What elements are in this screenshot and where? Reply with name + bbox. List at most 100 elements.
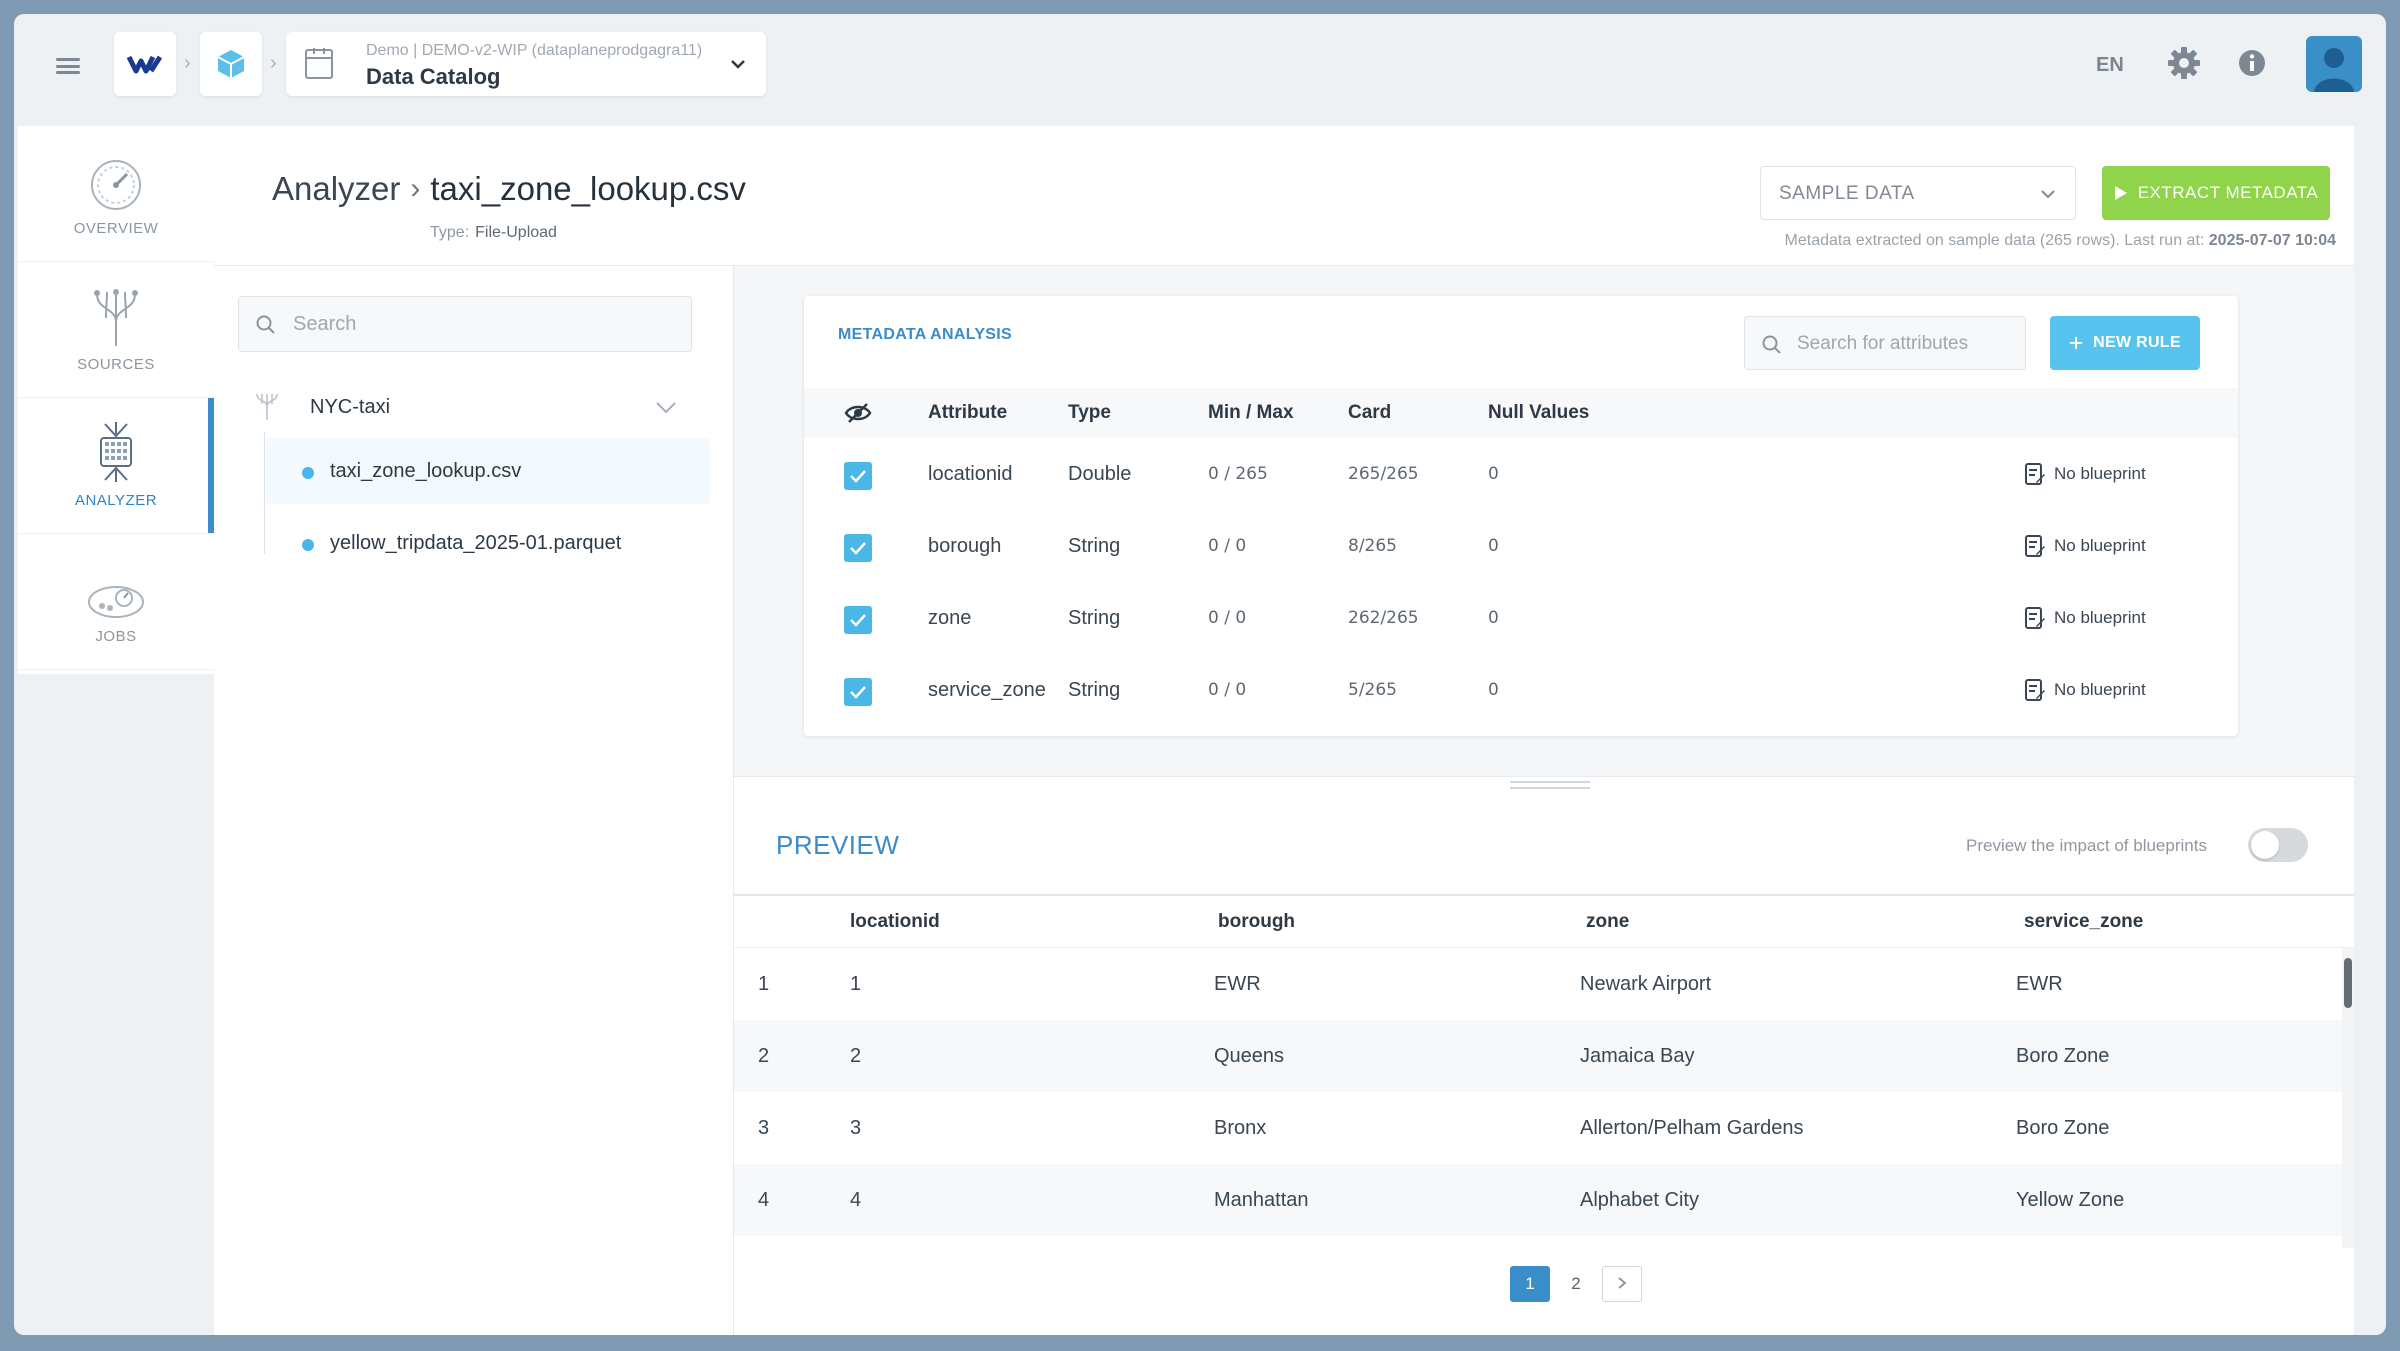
metadata-row: borough String 0 / 0 8/265 0 No blueprin… (804, 510, 2238, 582)
new-rule-label: NEW RULE (2093, 334, 2181, 351)
visibility-toggle-icon[interactable] (844, 402, 872, 424)
nav-label-sources: SOURCES (77, 356, 155, 373)
sample-data-select[interactable]: SAMPLE DATA (1760, 166, 2076, 220)
blueprint-edit-icon (2025, 463, 2045, 485)
language-selector[interactable]: EN (2096, 54, 2124, 77)
metadata-analysis-card: METADATA ANALYSIS NEW RULE Attribute Typ… (804, 296, 2238, 736)
resize-handle[interactable] (1510, 781, 1590, 789)
metadata-table-header: Attribute Type Min / Max Card Null Value… (804, 388, 2238, 438)
cell-locationid: 4 (850, 1189, 862, 1211)
preview-column-header: zone (1586, 911, 1630, 932)
cell-locationid: 2 (850, 1045, 862, 1067)
content-area: METADATA ANALYSIS NEW RULE Attribute Typ… (734, 266, 2354, 1335)
attribute-checkbox[interactable] (844, 678, 872, 706)
attribute-minmax: 0 / 0 (1208, 536, 1247, 556)
cell-zone: Jamaica Bay (1580, 1045, 1695, 1067)
chevron-down-icon (2041, 190, 2055, 199)
file-item-yellow-tripdata[interactable]: yellow_tripdata_2025-01.parquet (266, 510, 710, 576)
logo-button[interactable] (114, 32, 176, 96)
scrollbar-thumb[interactable] (2344, 958, 2352, 1008)
blueprint-label: No blueprint (2054, 680, 2146, 699)
preview-scrollbar[interactable] (2342, 948, 2354, 1248)
attribute-card: 265/265 (1348, 464, 1419, 484)
chevron-right-icon: › (410, 172, 421, 205)
cell-locationid: 1 (850, 973, 862, 995)
nav-label-analyzer: ANALYZER (74, 492, 158, 509)
cell-borough: EWR (1214, 973, 1261, 995)
row-index: 2 (758, 1045, 770, 1067)
attribute-card: 5/265 (1348, 680, 1397, 700)
main-panel: Analyzer › taxi_zone_lookup.csv Type: Fil… (214, 126, 2354, 1335)
attribute-nulls: 0 (1488, 464, 1499, 484)
side-navigation: OVERVIEW SOURCES ANALYZER JOBS (18, 126, 214, 674)
attribute-name: service_zone (928, 679, 1046, 701)
column-header-type[interactable]: Type (1068, 388, 1111, 438)
file-dot-icon (302, 539, 314, 551)
blueprint-impact-toggle[interactable] (2248, 828, 2308, 862)
preview-row: 1 1 EWR Newark Airport EWR (734, 948, 2342, 1020)
folder-label: NYC-taxi (310, 396, 391, 418)
blueprint-link[interactable]: No blueprint (2024, 676, 2146, 704)
analyzer-icon (100, 422, 132, 482)
column-header-minmax[interactable]: Min / Max (1208, 388, 1294, 438)
chevron-right-icon (1618, 1277, 1627, 1289)
new-rule-button[interactable]: NEW RULE (2050, 316, 2200, 370)
blueprint-label: No blueprint (2054, 536, 2146, 555)
file-type-label: Type: (430, 224, 470, 241)
nav-item-jobs[interactable]: JOBS (18, 534, 214, 670)
sample-data-value: SAMPLE DATA (1779, 183, 1915, 204)
attribute-name: zone (928, 607, 972, 629)
column-header-card[interactable]: Card (1348, 388, 1391, 438)
nav-item-overview[interactable]: OVERVIEW (18, 126, 214, 262)
blueprint-link[interactable]: No blueprint (2024, 532, 2146, 560)
menu-icon[interactable] (54, 52, 82, 80)
preview-column-header: locationid (850, 911, 940, 932)
column-header-attribute[interactable]: Attribute (928, 388, 1007, 438)
preview-row: 4 4 Manhattan Alphabet City Yellow Zone (734, 1164, 2342, 1236)
column-header-null-values[interactable]: Null Values (1488, 388, 1589, 438)
attribute-nulls: 0 (1488, 680, 1499, 700)
nav-item-analyzer[interactable]: ANALYZER (18, 398, 214, 534)
blueprint-link[interactable]: No blueprint (2024, 460, 2146, 488)
sources-icon (94, 289, 138, 346)
file-type-value: File-Upload (475, 224, 557, 241)
metadata-row: locationid Double 0 / 265 265/265 0 No b… (804, 438, 2238, 510)
project-button[interactable] (200, 32, 262, 96)
attribute-checkbox[interactable] (844, 462, 872, 490)
blueprint-link[interactable]: No blueprint (2024, 604, 2146, 632)
page-button-2[interactable]: 2 (1556, 1266, 1596, 1302)
blueprint-edit-icon (2025, 535, 2045, 557)
attribute-card: 8/265 (1348, 536, 1397, 556)
attribute-nulls: 0 (1488, 608, 1499, 628)
attribute-minmax: 0 / 265 (1208, 464, 1268, 484)
folder-nyc-taxi[interactable]: NYC-taxi (238, 382, 692, 432)
attribute-name: locationid (928, 463, 1013, 485)
page-button-1[interactable]: 1 (1510, 1266, 1550, 1302)
breadcrumb-analyzer-link[interactable]: Analyzer (272, 170, 400, 208)
dataset-title: Data Catalog (366, 64, 501, 89)
cell-zone: Alphabet City (1580, 1189, 1699, 1211)
user-avatar[interactable] (2306, 36, 2362, 92)
tree-search-input[interactable] (293, 309, 673, 339)
attribute-checkbox[interactable] (844, 606, 872, 634)
cell-borough: Queens (1214, 1045, 1285, 1067)
file-item-taxi-zone-lookup[interactable]: taxi_zone_lookup.csv (266, 438, 710, 504)
blueprint-label: No blueprint (2054, 608, 2146, 627)
attribute-checkbox[interactable] (844, 534, 872, 562)
dataset-selector[interactable]: Demo | DEMO-v2-WIP (dataplaneprodgagra11… (286, 32, 766, 96)
top-bar: › › Demo | DEMO-v2-WIP (dataplaneprodgag… (14, 14, 2386, 126)
check-icon (850, 470, 866, 483)
metadata-row: service_zone String 0 / 0 5/265 0 No blu… (804, 654, 2238, 726)
nav-item-sources[interactable]: SOURCES (18, 262, 214, 398)
row-index: 1 (758, 973, 770, 995)
attribute-type: String (1068, 679, 1121, 701)
attribute-search-input[interactable] (1797, 329, 2017, 359)
search-icon (256, 315, 275, 334)
preview-row: 3 3 Bronx Allerton/Pelham Gardens Boro Z… (734, 1092, 2342, 1164)
search-icon (1762, 335, 1781, 354)
gear-icon[interactable] (2166, 45, 2202, 81)
info-icon[interactable] (2236, 47, 2268, 79)
panel-splitter (734, 776, 2354, 796)
extract-metadata-button[interactable]: EXTRACT METADATA (2102, 166, 2330, 220)
next-page-button[interactable] (1602, 1266, 1642, 1302)
